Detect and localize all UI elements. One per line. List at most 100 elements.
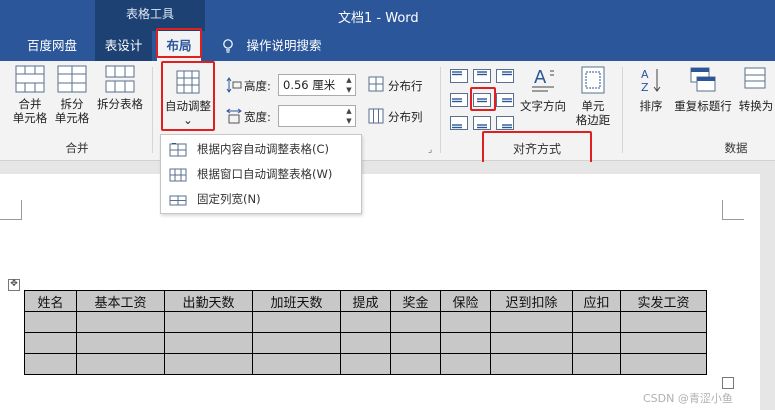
- menu-item-fixed-column-width[interactable]: 固定列宽(N): [161, 187, 361, 212]
- crop-mark: [0, 200, 22, 220]
- group-separator: [152, 67, 153, 153]
- table-cell[interactable]: [164, 353, 253, 375]
- dialog-launcher-icon[interactable]: ⌟: [428, 145, 432, 155]
- table-cell[interactable]: [76, 332, 165, 354]
- table-cell[interactable]: [76, 353, 165, 375]
- table-resize-handle[interactable]: [722, 377, 734, 389]
- repeat-header-icon: [690, 67, 716, 92]
- ribbon-tab-row: 百度网盘 表设计 布局 操作说明搜索: [0, 31, 775, 61]
- autofit-window-icon: [169, 168, 187, 182]
- table-header-cell[interactable]: 出勤天数: [164, 290, 253, 312]
- table-header-cell[interactable]: 实发工资: [620, 290, 707, 312]
- table-header-cell[interactable]: 奖金: [390, 290, 441, 312]
- cell-margins-button[interactable]: 单元 格边距: [572, 65, 614, 127]
- table-cell[interactable]: [440, 332, 491, 354]
- svg-text:A: A: [641, 68, 649, 81]
- table-cell[interactable]: [24, 311, 77, 333]
- table-cell[interactable]: [490, 311, 573, 333]
- align-bottom-right-icon: [496, 116, 514, 130]
- table-move-handle[interactable]: ✥: [8, 279, 20, 291]
- table-row: [24, 353, 707, 375]
- align-bottom-left-button[interactable]: [450, 116, 468, 130]
- table-cell[interactable]: [76, 311, 165, 333]
- table-header-cell[interactable]: 加班天数: [252, 290, 341, 312]
- width-spin-arrows[interactable]: ▲ ▼: [343, 106, 355, 126]
- distribute-columns-button[interactable]: 分布列: [388, 109, 423, 125]
- distribute-rows-button[interactable]: 分布行: [388, 78, 423, 94]
- autofit-dropdown-menu: 根据内容自动调整表格(C) 根据窗口自动调整表格(W) 固定列宽(N): [160, 134, 362, 214]
- tell-me-search[interactable]: 操作说明搜索: [244, 31, 324, 61]
- tab-table-design[interactable]: 表设计: [95, 31, 152, 61]
- table-cell[interactable]: [490, 353, 573, 375]
- tab-layout[interactable]: 布局: [157, 31, 201, 61]
- split-table-button[interactable]: 拆分表格: [94, 65, 146, 111]
- height-spin-arrows[interactable]: ▲ ▼: [343, 75, 355, 95]
- align-top-center-icon: [473, 69, 491, 83]
- svg-text:Z: Z: [641, 81, 649, 94]
- table-cell[interactable]: [24, 353, 77, 375]
- table-cell[interactable]: [340, 311, 391, 333]
- table-header-cell[interactable]: 姓名: [24, 290, 77, 312]
- menu-item-autofit-contents[interactable]: 根据内容自动调整表格(C): [161, 137, 361, 162]
- merge-cells-icon: [15, 65, 45, 93]
- align-middle-center-button[interactable]: [473, 93, 491, 107]
- repeat-header-rows-button[interactable]: 重复标题行: [672, 65, 734, 113]
- merge-cells-button[interactable]: 合并 单元格: [8, 65, 52, 125]
- table-cell[interactable]: [340, 353, 391, 375]
- table-cell[interactable]: [164, 332, 253, 354]
- table-header-cell[interactable]: 应扣: [572, 290, 621, 312]
- align-middle-right-icon: [496, 93, 514, 107]
- align-top-right-button[interactable]: [496, 69, 514, 83]
- svg-text:A: A: [534, 67, 547, 88]
- table-row: [24, 311, 707, 333]
- split-cells-label: 拆分 单元格: [54, 97, 90, 125]
- table-header-cell[interactable]: 提成: [340, 290, 391, 312]
- align-top-right-icon: [496, 69, 514, 83]
- table-header-cell[interactable]: 保险: [440, 290, 491, 312]
- table-cell[interactable]: [440, 353, 491, 375]
- merge-group-label: 合并: [65, 141, 89, 155]
- table-cell[interactable]: [572, 332, 621, 354]
- align-middle-left-button[interactable]: [450, 93, 468, 107]
- table-cell[interactable]: [620, 332, 707, 354]
- align-top-left-button[interactable]: [450, 69, 468, 83]
- menu-item-label: 固定列宽(N): [197, 192, 261, 206]
- table-cell[interactable]: [572, 353, 621, 375]
- split-cells-button[interactable]: 拆分 单元格: [52, 65, 92, 125]
- table-cell[interactable]: [620, 311, 707, 333]
- align-middle-center-icon: [473, 93, 491, 107]
- table-cell[interactable]: [390, 311, 441, 333]
- menu-item-autofit-window[interactable]: 根据窗口自动调整表格(W): [161, 162, 361, 187]
- tab-baidu-netdisk[interactable]: 百度网盘: [14, 31, 90, 61]
- align-bottom-center-button[interactable]: [473, 116, 491, 130]
- table-header-cell[interactable]: 基本工资: [76, 290, 165, 312]
- table-cell[interactable]: [620, 353, 707, 375]
- table-cell[interactable]: [252, 332, 341, 354]
- align-bottom-center-icon: [473, 116, 491, 130]
- salary-table[interactable]: 姓名 基本工资 出勤天数 加班天数 提成 奖金 保险 迟到扣除 应扣 实发工资: [24, 290, 707, 375]
- convert-label: 转换为: [738, 99, 774, 113]
- table-cell[interactable]: [164, 311, 253, 333]
- table-cell[interactable]: [252, 353, 341, 375]
- table-cell[interactable]: [340, 332, 391, 354]
- align-middle-right-button[interactable]: [496, 93, 514, 107]
- height-input[interactable]: 0.56 厘米 ▲ ▼: [278, 74, 356, 96]
- width-input[interactable]: ▲ ▼: [278, 105, 356, 127]
- autofit-button[interactable]: 自动调整 ⌄: [161, 69, 215, 127]
- table-cell[interactable]: [390, 353, 441, 375]
- table-cell[interactable]: [440, 311, 491, 333]
- table-header-cell[interactable]: 迟到扣除: [490, 290, 573, 312]
- table-row: [24, 332, 707, 354]
- table-cell[interactable]: [24, 332, 77, 354]
- convert-to-text-button[interactable]: 转换为: [737, 65, 775, 113]
- text-direction-button[interactable]: A 文字方向: [516, 65, 570, 113]
- align-bottom-right-button[interactable]: [496, 116, 514, 130]
- table-cell[interactable]: [390, 332, 441, 354]
- table-cell[interactable]: [572, 311, 621, 333]
- sort-button[interactable]: A Z 排序: [633, 65, 669, 113]
- column-width-icon: [226, 108, 242, 124]
- title-bar: 表格工具 文档1 - Word: [0, 0, 775, 31]
- table-cell[interactable]: [490, 332, 573, 354]
- table-cell[interactable]: [252, 311, 341, 333]
- align-top-center-button[interactable]: [473, 69, 491, 83]
